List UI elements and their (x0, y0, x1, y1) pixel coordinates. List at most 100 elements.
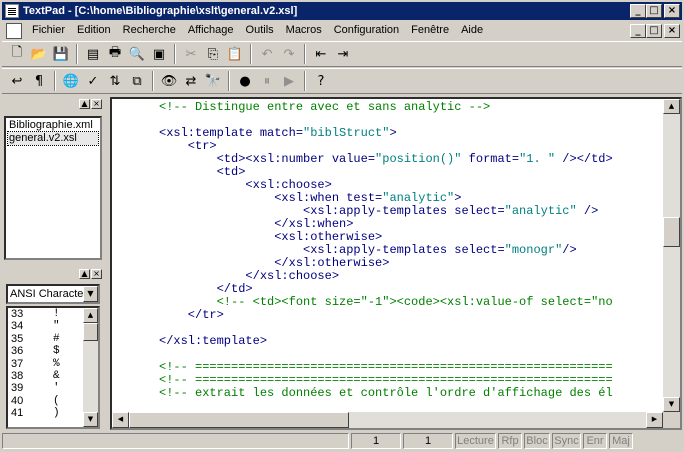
code-line[interactable]: </tr> (159, 309, 663, 322)
clip-item-code: 35 (11, 332, 24, 345)
textpad-app-icon[interactable] (5, 4, 19, 18)
find-in-files-icon[interactable]: 👁 (158, 70, 180, 92)
context-help-icon[interactable]: ? (310, 70, 332, 92)
clip-item-char: ' (53, 382, 60, 395)
unindent-icon[interactable]: ⇤ (310, 43, 332, 65)
scroll-up-icon[interactable]: ▲ (83, 308, 98, 323)
open-icon[interactable]: 📂 (28, 43, 50, 65)
code-token: "analytic" (382, 191, 455, 205)
menu-affichage[interactable]: Affichage (182, 21, 240, 40)
code-token: "monogr" (504, 243, 563, 257)
save-icon[interactable]: 💾 (50, 43, 72, 65)
code-token: /> (576, 204, 599, 218)
clip-item-code: 41 (11, 407, 24, 420)
code-token: <xsl:when test= (159, 191, 383, 205)
print-icon[interactable]: 🖶 (104, 43, 126, 65)
editor-vscroll-thumb[interactable] (663, 217, 680, 247)
maximize-button[interactable]: □ (646, 4, 662, 18)
clip-item-code: 40 (11, 394, 24, 407)
menu-edition[interactable]: Edition (71, 21, 117, 40)
cut-icon[interactable]: ✂ (180, 43, 202, 65)
editor-scroll-down-icon[interactable]: ▼ (663, 397, 680, 412)
status-block: Bloc (524, 433, 550, 449)
menu-configuration[interactable]: Configuration (328, 21, 405, 40)
compare-files-icon[interactable]: ⧉ (126, 70, 148, 92)
code-token: </xsl:otherwise> (159, 256, 390, 270)
record-macro-icon[interactable]: ● (234, 70, 256, 92)
code-line[interactable]: <xsl:template match="biblStruct"> (159, 127, 663, 140)
doc-restore-button[interactable]: □ (646, 23, 662, 38)
new-icon[interactable]: 🗋 (6, 43, 28, 65)
code-token: <xsl:template match= (159, 126, 304, 140)
editor-hscroll-thumb[interactable] (129, 412, 349, 428)
scroll-thumb[interactable] (83, 323, 98, 341)
clip-item-char: ( (53, 394, 60, 407)
code-token: <!-- extrait les données et contrôle l'o… (159, 386, 613, 400)
close-button[interactable]: × (664, 4, 680, 18)
menu-aide[interactable]: Aide (455, 21, 489, 40)
editor-scroll-up-icon[interactable]: ▲ (663, 99, 680, 114)
code-line[interactable]: <!-- Distingue entre avec et sans analyt… (159, 101, 663, 114)
code-text-area[interactable]: <!-- Distingue entre avec et sans analyt… (112, 99, 663, 412)
doc-close-button[interactable]: × (664, 23, 680, 38)
save-all-icon[interactable]: ▤ (82, 43, 104, 65)
clip-library-select[interactable]: ANSI Characters ▼ (6, 284, 100, 304)
document-icon[interactable] (6, 22, 22, 39)
menu-macros[interactable]: Macros (280, 21, 328, 40)
tools-toolbar: ↩ ¶ 🌐 ✓ ⇅ ⧉ 👁 ⇄ 🔭 ● ⏸ ▶? (2, 68, 682, 94)
code-token: "analytic" (504, 204, 577, 218)
print-preview-icon[interactable]: 🔍 (126, 43, 148, 65)
clip-item-code: 38 (11, 370, 24, 383)
play-macro-icon[interactable]: ▶ (278, 70, 300, 92)
sort-icon[interactable]: ⇅ (104, 70, 126, 92)
code-token: </xsl:choose> (159, 269, 340, 283)
code-line[interactable]: </xsl:template> (159, 335, 663, 348)
clip-list-scrollbar[interactable]: ▲ ▼ (83, 308, 98, 427)
editor-scroll-left-icon[interactable]: ◀ (112, 412, 129, 428)
pane-close-icon[interactable]: × (91, 99, 102, 109)
status-line: 1 (351, 433, 401, 449)
toolbar-separator (250, 44, 252, 64)
dropdown-arrow-icon[interactable]: ▼ (83, 286, 98, 302)
spelling-icon[interactable]: ✓ (82, 70, 104, 92)
paste-icon[interactable]: 📋 (224, 43, 246, 65)
menu-fenetre[interactable]: Fenêtre (405, 21, 455, 40)
minimize-button[interactable]: _ (630, 4, 646, 18)
pane-arrow-icon[interactable]: ▲ (79, 99, 90, 109)
doc-minimize-button[interactable]: _ (630, 23, 646, 38)
web-browser-icon[interactable]: 🌐 (60, 70, 82, 92)
editor-scroll-right-icon[interactable]: ▶ (646, 412, 663, 428)
indent-icon[interactable]: ⇥ (332, 43, 354, 65)
scroll-down-icon[interactable]: ▼ (83, 412, 98, 427)
code-token: </xsl:when> (159, 217, 354, 231)
pilcrow-icon[interactable]: ¶ (28, 70, 50, 92)
code-editor[interactable]: <!-- Distingue entre avec et sans analyt… (110, 97, 682, 430)
menu-outils[interactable]: Outils (240, 21, 280, 40)
menu-fichier[interactable]: Fichier (26, 21, 71, 40)
pause-macro-icon[interactable]: ⏸ (256, 70, 278, 92)
clip-pane-close-icon[interactable]: × (91, 269, 102, 279)
redo-icon[interactable]: ↷ (278, 43, 300, 65)
clip-item-char: # (53, 332, 60, 345)
document-item-general[interactable]: general.v2.xsl (7, 131, 99, 146)
code-token: <xsl:otherwise> (159, 230, 383, 244)
status-bar: 1 1 Lecture Rfp Bloc Sync Enr Maj (2, 432, 682, 450)
find-next-icon[interactable]: 🔭 (202, 70, 224, 92)
clip-library-pane: ▲ × (4, 268, 104, 280)
word-wrap-icon[interactable]: ↩ (6, 70, 28, 92)
replace-icon[interactable]: ⇄ (180, 70, 202, 92)
clip-pane-arrow-icon[interactable]: ▲ (79, 269, 90, 279)
code-line[interactable]: <!-- <td><font size="-1"><code><xsl:valu… (159, 296, 663, 309)
editor-vertical-scrollbar[interactable]: ▲ ▼ (663, 99, 680, 412)
code-token: </xsl:template> (159, 334, 268, 348)
document-properties-icon[interactable]: ▣ (148, 43, 170, 65)
editor-horizontal-scrollbar[interactable]: ◀ ▶ (112, 412, 663, 428)
menu-recherche[interactable]: Recherche (117, 21, 182, 40)
code-line[interactable]: <!-- extrait les données et contrôle l'o… (159, 387, 663, 400)
code-token: <td><xsl:number value= (159, 152, 376, 166)
undo-icon[interactable]: ↶ (256, 43, 278, 65)
code-token: format= (461, 152, 520, 166)
document-item-bibliographie[interactable]: Bibliographie.xml (8, 119, 98, 132)
clip-library-selected: ANSI Characters (10, 288, 93, 300)
copy-icon[interactable]: ⎘ (202, 43, 224, 65)
